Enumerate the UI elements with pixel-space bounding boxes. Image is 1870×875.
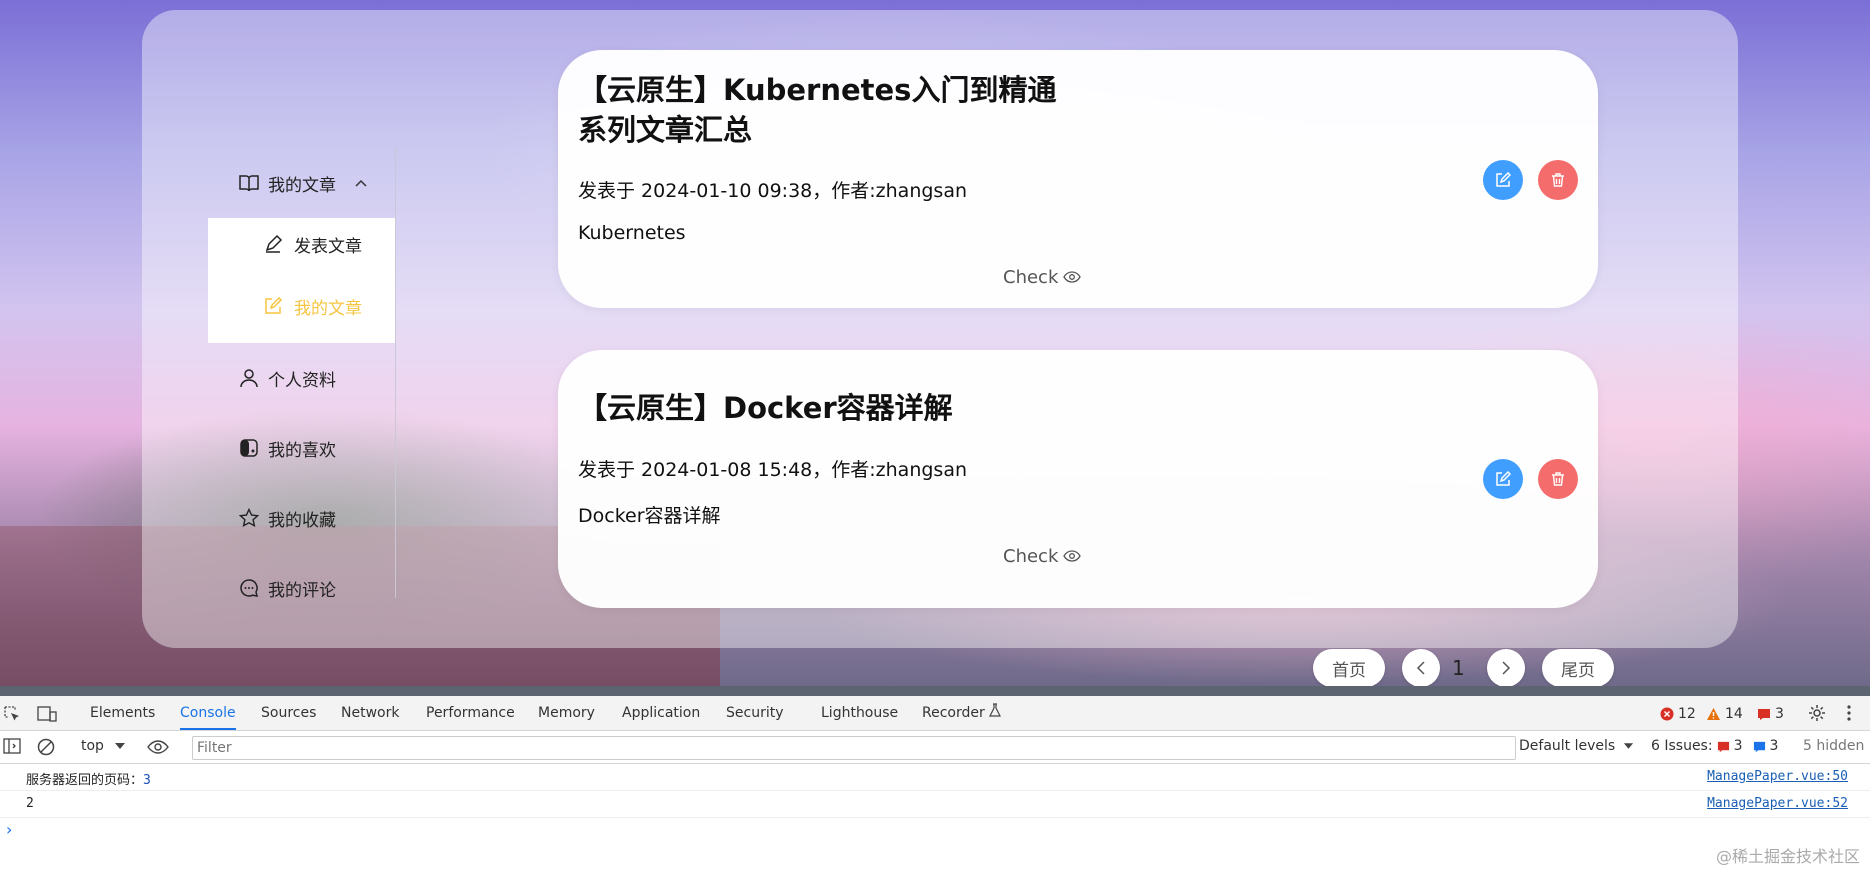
edit-button[interactable] [1483,459,1523,499]
article-card: 【云原生】Kubernetes入门到精通 系列文章汇总 发表于 2024-01-1… [558,50,1598,308]
watermark: @稀土掘金技术社区 [1715,847,1860,866]
chevron-right-icon [1502,661,1511,675]
sidebar-submenu: 发表文章 我的文章 [208,218,396,343]
hidden-count: 5 hidden [1803,738,1865,754]
devtools-tab-bar: Elements Console Sources Network Perform… [0,696,1870,731]
error-icon [1660,707,1674,721]
issue-error-icon [1717,741,1729,752]
eye-icon [1063,546,1082,567]
sidebar-divider [395,148,396,598]
trash-icon [1552,472,1564,486]
delete-button[interactable] [1538,459,1578,499]
tab-security[interactable]: Security [726,696,784,730]
check-link[interactable]: Check [1003,267,1082,288]
devtools-resize-bar[interactable] [0,686,1870,696]
log-source-link[interactable]: ManagePaper.vue:52 [1707,796,1848,811]
article-meta: 发表于 2024-01-08 15:48，作者:zhangsan [578,459,967,481]
issues-summary[interactable]: 6 Issues: 3 3 [1651,738,1778,754]
tab-application[interactable]: Application [622,696,700,730]
sidebar-toggle-icon[interactable] [3,738,21,758]
eye-icon [1063,267,1082,288]
issues-count[interactable]: 3 [1757,706,1784,722]
edit-note-icon [262,295,284,317]
sidebar-item-label: 个人资料 [268,370,336,391]
issue-info-icon [1753,741,1765,752]
error-count[interactable]: 12 [1660,706,1696,722]
edit-icon [1496,172,1511,187]
article-title[interactable]: 【云原生】Docker容器详解 [578,388,953,428]
check-link[interactable]: Check [1003,546,1082,567]
devtools-panel: Elements Console Sources Network Perform… [0,696,1870,875]
console-prompt[interactable]: › [6,820,12,839]
tab-lighthouse[interactable]: Lighthouse [821,696,898,730]
user-icon [238,367,260,389]
log-message: 服务器返回的页码：3 [26,773,151,788]
default-levels-select[interactable]: Default levels [1519,738,1634,754]
article-meta: 发表于 2024-01-10 09:38，作者:zhangsan [578,180,967,202]
app-background: 我的文章 发表文章 我的文章 个人资料 我的喜欢 我的收藏 我的评论 【云原生】… [0,0,1870,686]
sidebar-group-label: 我的文章 [268,175,336,196]
device-toolbar-icon[interactable] [37,705,57,727]
tab-memory[interactable]: Memory [538,696,595,730]
first-page-button[interactable]: 首页 [1313,649,1385,686]
star-icon [238,507,260,529]
sidebar-item-comments[interactable]: 我的评论 [208,568,396,608]
sidebar-item-label: 我的文章 [294,298,362,319]
console-log-row: 服务器返回的页码：3 ManagePaper.vue:50 [0,764,1870,791]
more-options-icon[interactable] [1846,704,1852,726]
sidebar-item-publish-article[interactable]: 发表文章 [208,224,396,264]
last-page-button[interactable]: 尾页 [1542,649,1614,686]
warning-icon [1707,708,1720,720]
live-expression-eye-icon[interactable] [147,739,169,758]
next-page-button[interactable] [1487,649,1525,686]
switch-icon [238,437,260,459]
clear-console-icon[interactable] [37,738,55,760]
flask-icon [989,703,1002,717]
tab-recorder[interactable]: Recorder [922,696,1002,730]
pen-icon [262,233,284,255]
tab-network[interactable]: Network [341,696,399,730]
sidebar-item-label: 我的收藏 [268,510,336,531]
comment-icon [238,577,260,599]
trash-icon [1552,173,1564,187]
current-page-number[interactable]: 1 [1452,656,1465,680]
inspect-element-icon[interactable] [3,705,21,727]
tab-console[interactable]: Console [180,696,236,730]
sidebar-item-label: 我的评论 [268,580,336,601]
log-message: 2 [26,796,34,811]
console-filter-input[interactable] [192,736,1516,760]
article-title[interactable]: 【云原生】Kubernetes入门到精通 系列文章汇总 [578,70,1056,150]
tab-performance[interactable]: Performance [426,696,515,730]
chevron-left-icon [1416,661,1425,675]
warning-count[interactable]: 14 [1706,706,1743,722]
article-summary: Docker容器详解 [578,505,721,527]
log-source-link[interactable]: ManagePaper.vue:50 [1707,769,1848,784]
sidebar-item-favorites[interactable]: 我的收藏 [208,498,396,538]
tab-elements[interactable]: Elements [90,696,155,730]
delete-button[interactable] [1538,160,1578,200]
console-log-row: 2 ManagePaper.vue:52 [0,791,1870,818]
sidebar-item-my-articles[interactable]: 我的文章 [208,286,396,326]
caret-down-icon [115,743,126,749]
article-card: 【云原生】Docker容器详解 发表于 2024-01-08 15:48，作者:… [558,350,1598,608]
issue-icon [1758,709,1770,720]
console-toolbar: top Default levels 6 Issues: 3 3 5 hidde… [0,731,1870,764]
edit-button[interactable] [1483,160,1523,200]
tab-sources[interactable]: Sources [261,696,316,730]
caret-down-icon [1623,743,1633,749]
sidebar-item-label: 我的喜欢 [268,440,336,461]
sidebar-item-profile[interactable]: 个人资料 [208,358,396,398]
context-select[interactable]: top [81,738,126,754]
sidebar-item-label: 发表文章 [294,236,362,257]
sidebar-item-likes[interactable]: 我的喜欢 [208,428,396,468]
book-icon [238,172,260,194]
sidebar-group-my-articles[interactable]: 我的文章 [208,163,396,203]
article-summary: Kubernetes [578,222,686,244]
prev-page-button[interactable] [1402,649,1440,686]
chevron-up-icon [354,173,368,193]
edit-icon [1496,471,1511,486]
settings-icon[interactable] [1808,704,1826,726]
